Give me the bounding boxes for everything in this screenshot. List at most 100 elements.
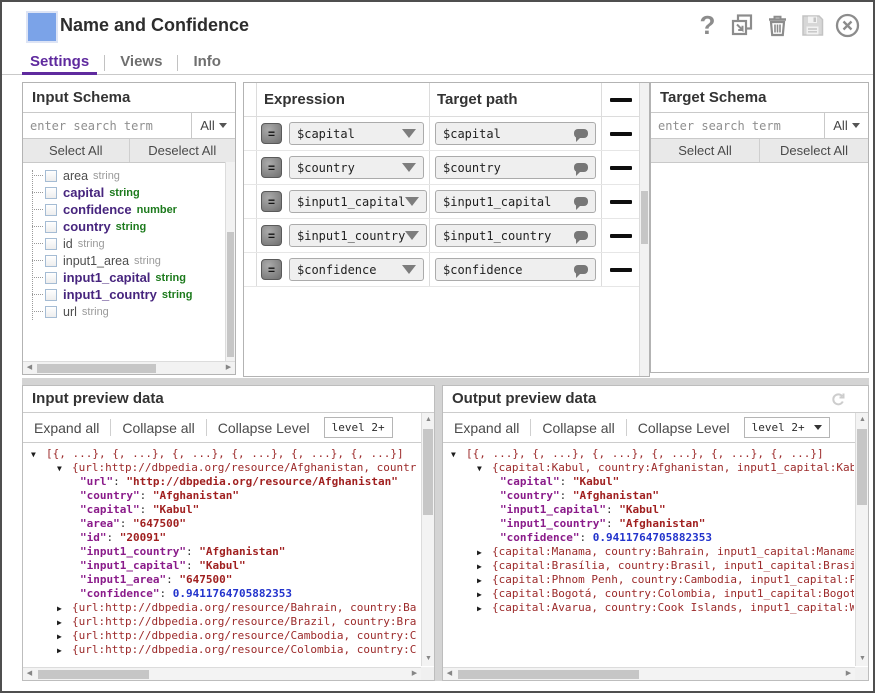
- collapse-level-button[interactable]: Collapse Level: [216, 420, 312, 436]
- remove-row-icon[interactable]: [610, 234, 632, 238]
- level-selector[interactable]: level 2+: [744, 417, 830, 438]
- expand-toggle-icon[interactable]: ▶: [57, 630, 72, 643]
- scroll-down-arrow[interactable]: ▼: [856, 653, 869, 665]
- target-schema-filter-dropdown[interactable]: All: [824, 113, 868, 138]
- collapse-all-button[interactable]: Collapse all: [120, 420, 196, 436]
- expand-toggle-icon[interactable]: ▶: [57, 616, 72, 629]
- scroll-left-arrow[interactable]: ◀: [23, 362, 36, 374]
- select-all-button[interactable]: Select All: [651, 139, 760, 162]
- target-path-field[interactable]: $input1_country: [435, 224, 596, 247]
- tab-views[interactable]: Views: [117, 51, 165, 75]
- scrollbar-thumb[interactable]: [641, 191, 648, 244]
- toolbar-separator: [206, 419, 207, 436]
- tab-settings[interactable]: Settings: [27, 51, 92, 75]
- input-schema-filter-dropdown[interactable]: All: [191, 113, 235, 138]
- help-icon[interactable]: ?: [694, 12, 721, 39]
- tree-guide: [32, 311, 43, 313]
- chevron-down-icon: [402, 163, 416, 172]
- field-checkbox[interactable]: [45, 255, 57, 267]
- scroll-right-arrow[interactable]: ▶: [222, 362, 235, 374]
- expand-toggle-icon[interactable]: ▶: [57, 602, 72, 615]
- expression-dropdown[interactable]: $country: [289, 156, 424, 179]
- target-path-field[interactable]: $confidence: [435, 258, 596, 281]
- scrollbar-thumb[interactable]: [37, 364, 156, 373]
- level-selector[interactable]: level 2+: [324, 417, 393, 438]
- comment-bubble-icon: [574, 197, 588, 206]
- remove-row-icon[interactable]: [610, 132, 632, 136]
- scrollbar-thumb[interactable]: [38, 670, 149, 679]
- operator-button[interactable]: =: [261, 191, 282, 212]
- scroll-right-arrow[interactable]: ▶: [842, 668, 855, 680]
- expression-dropdown[interactable]: $confidence: [289, 258, 424, 281]
- field-checkbox[interactable]: [45, 221, 57, 233]
- scroll-right-arrow[interactable]: ▶: [408, 668, 421, 680]
- scroll-left-arrow[interactable]: ◀: [23, 668, 36, 680]
- expand-toggle-icon[interactable]: ▶: [477, 602, 492, 615]
- collapse-toggle-icon[interactable]: ▼: [477, 462, 492, 475]
- remove-row-icon[interactable]: [610, 98, 632, 102]
- scrollbar-thumb[interactable]: [423, 429, 433, 515]
- expand-toggle-icon[interactable]: ▶: [477, 574, 492, 587]
- field-checkbox[interactable]: [45, 187, 57, 199]
- collapse-toggle-icon[interactable]: ▼: [31, 448, 46, 461]
- expression-value: $input1_country: [297, 229, 405, 243]
- collapse-all-button[interactable]: Collapse all: [540, 420, 616, 436]
- scrollbar-thumb[interactable]: [458, 670, 639, 679]
- expand-all-button[interactable]: Expand all: [32, 420, 101, 436]
- target-path-field[interactable]: $capital: [435, 122, 596, 145]
- remove-row-icon[interactable]: [610, 268, 632, 272]
- deselect-all-button[interactable]: Deselect All: [760, 139, 868, 162]
- json-text: "input1_area": [80, 573, 166, 586]
- scrollbar-thumb[interactable]: [227, 232, 234, 357]
- expand-all-button[interactable]: Expand all: [452, 420, 521, 436]
- field-checkbox[interactable]: [45, 306, 57, 318]
- row-gutter: [244, 83, 257, 116]
- scroll-up-arrow[interactable]: ▲: [422, 414, 435, 426]
- expression-dropdown[interactable]: $capital: [289, 122, 424, 145]
- horizontal-splitter[interactable]: [22, 378, 869, 385]
- close-icon[interactable]: [834, 12, 861, 39]
- field-checkbox[interactable]: [45, 204, 57, 216]
- tab-info[interactable]: Info: [190, 51, 224, 75]
- expand-toggle-icon[interactable]: ▶: [477, 560, 492, 573]
- expand-toggle-icon[interactable]: ▶: [477, 588, 492, 601]
- target-path-field[interactable]: $input1_capital: [435, 190, 596, 213]
- scroll-up-arrow[interactable]: ▲: [856, 414, 869, 426]
- tree-guide: [32, 260, 43, 262]
- expression-dropdown[interactable]: $input1_capital: [289, 190, 427, 213]
- operator-button[interactable]: =: [261, 157, 282, 178]
- input-schema-search-input[interactable]: [23, 113, 191, 138]
- operator-button[interactable]: =: [261, 123, 282, 144]
- collapse-level-button[interactable]: Collapse Level: [636, 420, 732, 436]
- trash-icon[interactable]: [764, 12, 791, 39]
- scrollbar-thumb[interactable]: [857, 429, 867, 505]
- field-checkbox[interactable]: [45, 238, 57, 250]
- remove-row-icon[interactable]: [610, 166, 632, 170]
- schema-field-row: input1_area string: [23, 252, 225, 269]
- expand-toggle-icon[interactable]: ▶: [477, 546, 492, 559]
- schema-field-row: capital string: [23, 184, 225, 201]
- collapse-toggle-icon[interactable]: ▼: [57, 462, 72, 475]
- collapse-toggle-icon[interactable]: ▼: [451, 448, 466, 461]
- expand-toggle-icon[interactable]: ▶: [57, 644, 72, 657]
- refresh-icon[interactable]: [830, 391, 846, 417]
- scroll-down-arrow[interactable]: ▼: [422, 653, 435, 665]
- select-all-button[interactable]: Select All: [23, 139, 130, 162]
- expression-dropdown[interactable]: $input1_country: [289, 224, 427, 247]
- output-preview-panel: Output preview data Expand all Collapse …: [442, 385, 869, 681]
- save-icon[interactable]: [799, 12, 826, 39]
- export-run-icon[interactable]: [729, 12, 756, 39]
- field-checkbox[interactable]: [45, 289, 57, 301]
- remove-row-icon[interactable]: [610, 200, 632, 204]
- operator-button[interactable]: =: [261, 259, 282, 280]
- target-schema-search-input[interactable]: [651, 113, 824, 138]
- scroll-left-arrow[interactable]: ◀: [443, 668, 456, 680]
- deselect-all-button[interactable]: Deselect All: [130, 139, 236, 162]
- operator-button[interactable]: =: [261, 225, 282, 246]
- json-text: :: [113, 475, 126, 488]
- field-checkbox[interactable]: [45, 272, 57, 284]
- vertical-splitter[interactable]: [435, 385, 442, 681]
- target-schema-title: Target Schema: [651, 83, 868, 113]
- field-checkbox[interactable]: [45, 170, 57, 182]
- target-path-field[interactable]: $country: [435, 156, 596, 179]
